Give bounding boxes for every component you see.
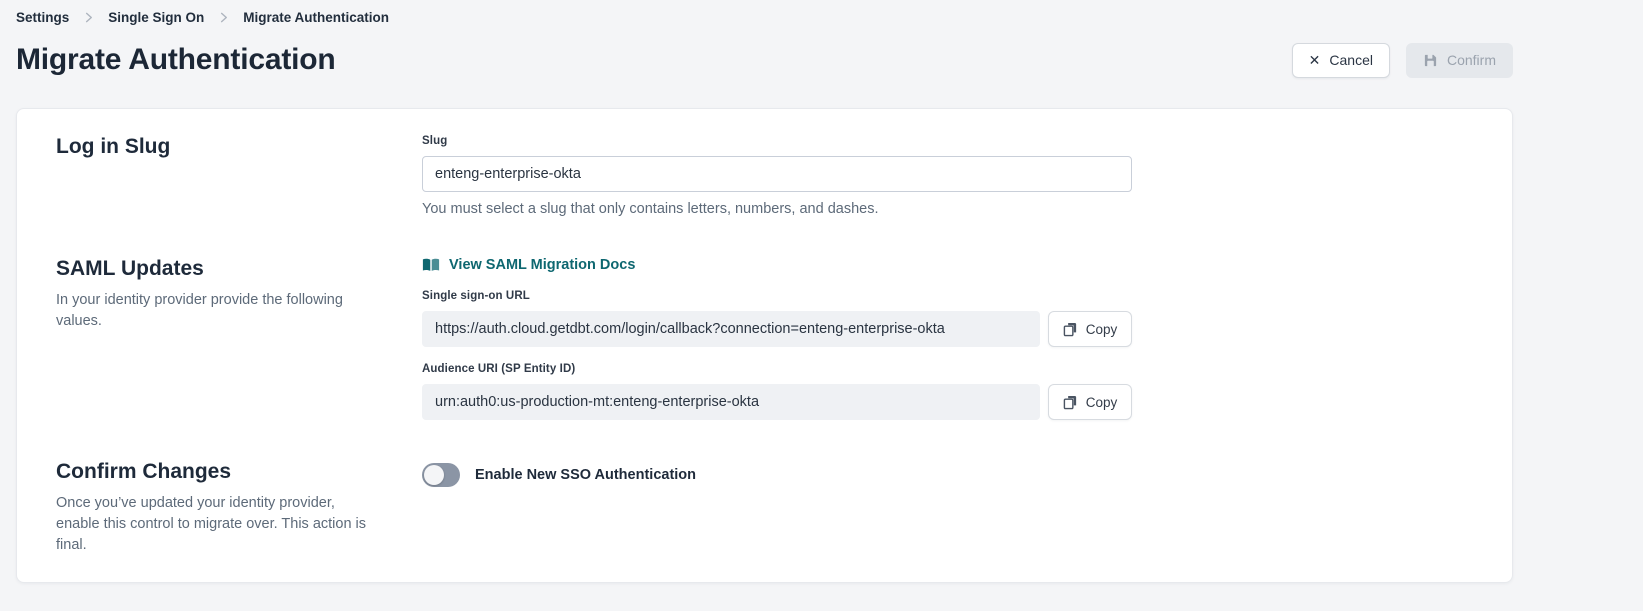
audience-uri-label: Audience URI (SP Entity ID) [422, 363, 1132, 375]
copy-icon [1063, 395, 1078, 410]
copy-button-label: Copy [1086, 395, 1118, 410]
login-slug-content: Slug You must select a slug that only co… [422, 135, 1132, 217]
section-saml-updates: SAML Updates In your identity provider p… [56, 257, 1512, 420]
header-actions: ✕ Cancel Confirm [1292, 43, 1513, 78]
audience-uri-row: urn:auth0:us-production-mt:enteng-enterp… [422, 384, 1132, 420]
confirm-changes-description: Once you’ve updated your identity provid… [56, 493, 378, 556]
section-heading-saml-updates: SAML Updates [56, 257, 422, 281]
page-header: Migrate Authentication ✕ Cancel Confirm [16, 36, 1513, 84]
close-icon: ✕ [1309, 53, 1321, 67]
sso-url-row: https://auth.cloud.getdbt.com/login/call… [422, 311, 1132, 347]
confirm-changes-content: Enable New SSO Authentication [422, 460, 1132, 487]
confirm-button-label: Confirm [1447, 52, 1496, 68]
cancel-button[interactable]: ✕ Cancel [1292, 43, 1390, 78]
section-heading-confirm-changes: Confirm Changes [56, 460, 422, 484]
copy-button-label: Copy [1086, 322, 1118, 337]
breadcrumb-migrate-authentication: Migrate Authentication [243, 10, 389, 25]
audience-uri-value: urn:auth0:us-production-mt:enteng-enterp… [422, 384, 1040, 420]
slug-input[interactable] [422, 156, 1132, 192]
chevron-right-icon [218, 12, 229, 23]
toggle-knob [424, 465, 444, 485]
docs-link-label: View SAML Migration Docs [449, 257, 635, 273]
migrate-authentication-card: Log in Slug Slug You must select a slug … [16, 108, 1513, 583]
book-icon [422, 258, 440, 272]
copy-sso-url-button[interactable]: Copy [1048, 311, 1132, 347]
saml-updates-content: View SAML Migration Docs Single sign-on … [422, 257, 1132, 420]
slug-label: Slug [422, 135, 1132, 147]
copy-icon [1063, 322, 1078, 337]
enable-sso-toggle[interactable] [422, 463, 460, 487]
section-confirm-changes: Confirm Changes Once you’ve updated your… [56, 460, 1512, 556]
sso-toggle-label: Enable New SSO Authentication [475, 467, 696, 483]
sso-toggle-row: Enable New SSO Authentication [422, 463, 1132, 487]
slug-helper-text: You must select a slug that only contain… [422, 201, 1132, 217]
copy-audience-uri-button[interactable]: Copy [1048, 384, 1132, 420]
chevron-right-icon [83, 12, 94, 23]
cancel-button-label: Cancel [1329, 52, 1373, 68]
page-title: Migrate Authentication [16, 43, 336, 77]
section-heading-login-slug: Log in Slug [56, 135, 422, 159]
sso-url-label: Single sign-on URL [422, 290, 1132, 302]
save-icon [1423, 53, 1438, 68]
sso-url-value: https://auth.cloud.getdbt.com/login/call… [422, 311, 1040, 347]
confirm-button[interactable]: Confirm [1406, 43, 1513, 78]
breadcrumb: Settings Single Sign On Migrate Authenti… [0, 0, 1643, 26]
section-login-slug: Log in Slug Slug You must select a slug … [56, 135, 1512, 217]
view-saml-migration-docs-link[interactable]: View SAML Migration Docs [422, 257, 635, 273]
login-slug-left: Log in Slug [56, 135, 422, 159]
breadcrumb-settings[interactable]: Settings [16, 10, 69, 25]
confirm-changes-left: Confirm Changes Once you’ve updated your… [56, 460, 422, 556]
breadcrumb-single-sign-on[interactable]: Single Sign On [108, 10, 204, 25]
saml-updates-description: In your identity provider provide the fo… [56, 290, 378, 332]
saml-updates-left: SAML Updates In your identity provider p… [56, 257, 422, 332]
